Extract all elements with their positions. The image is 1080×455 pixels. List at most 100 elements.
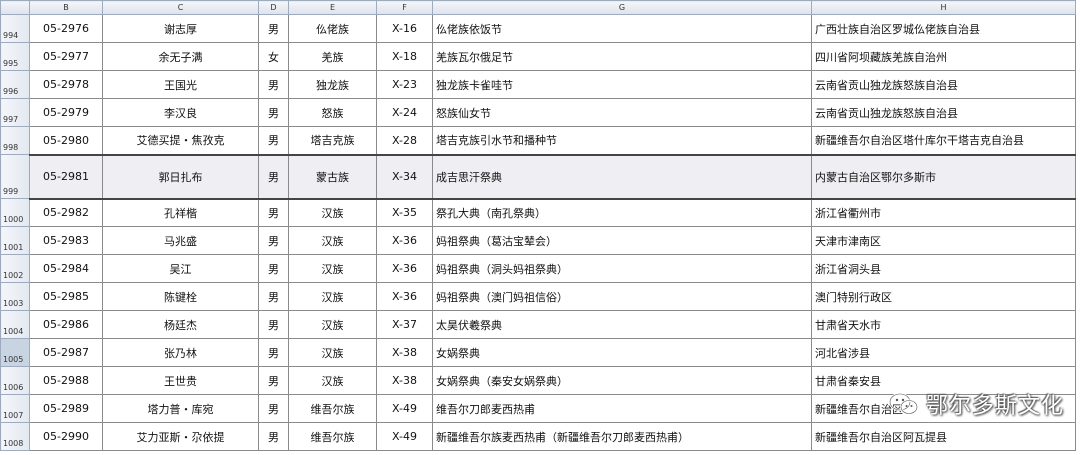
cell-sex[interactable]: 男 (258, 310, 289, 339)
row-header[interactable]: 1001 (0, 226, 30, 255)
cell-ethnic[interactable]: 仫佬族 (288, 14, 377, 43)
cell-name[interactable]: 谢志厚 (102, 14, 259, 43)
cell-id[interactable]: 05-2988 (29, 366, 103, 395)
cell-region[interactable]: 河北省涉县 (811, 338, 1076, 367)
cell-name[interactable]: 孔祥楷 (102, 198, 259, 227)
cell-name[interactable]: 杨廷杰 (102, 310, 259, 339)
cell-ethnic[interactable]: 汉族 (288, 254, 377, 283)
cell-region[interactable]: 新疆维吾尔自治区塔什库尔干塔吉克自治县 (811, 126, 1076, 155)
cell-ethnic[interactable]: 独龙族 (288, 70, 377, 99)
cell-festival[interactable]: 女娲祭典（秦安女娲祭典） (432, 366, 812, 395)
cell-name[interactable]: 李汉良 (102, 98, 259, 127)
cell-id[interactable]: 05-2984 (29, 254, 103, 283)
cell-name[interactable]: 王国光 (102, 70, 259, 99)
cell-festival[interactable]: 新疆维吾尔族麦西热甫（新疆维吾尔刀郎麦西热甫） (432, 422, 812, 451)
cell-id[interactable]: 05-2976 (29, 14, 103, 43)
select-all-corner[interactable] (0, 0, 30, 15)
cell-id[interactable]: 05-2989 (29, 394, 103, 423)
cell-name[interactable]: 陈键栓 (102, 282, 259, 311)
cell-code[interactable]: X-28 (376, 126, 433, 155)
cell-id[interactable]: 05-2983 (29, 226, 103, 255)
cell-sex[interactable]: 女 (258, 42, 289, 71)
column-header-g[interactable]: G (432, 0, 812, 15)
cell-festival[interactable]: 祭孔大典（南孔祭典） (432, 198, 812, 227)
cell-code[interactable]: X-38 (376, 366, 433, 395)
cell-sex[interactable]: 男 (258, 126, 289, 155)
cell-sex[interactable]: 男 (258, 254, 289, 283)
cell-region[interactable]: 内蒙古自治区鄂尔多斯市 (811, 153, 1076, 200)
cell-id[interactable]: 05-2986 (29, 310, 103, 339)
cell-ethnic[interactable]: 汉族 (288, 226, 377, 255)
cell-id[interactable]: 05-2977 (29, 42, 103, 71)
cell-region[interactable]: 云南省贡山独龙族怒族自治县 (811, 98, 1076, 127)
cell-sex[interactable]: 男 (258, 70, 289, 99)
cell-sex[interactable]: 男 (258, 338, 289, 367)
cell-code[interactable]: X-36 (376, 254, 433, 283)
cell-ethnic[interactable]: 怒族 (288, 98, 377, 127)
cell-id[interactable]: 05-2980 (29, 126, 103, 155)
row-header[interactable]: 996 (0, 70, 30, 99)
row-header[interactable]: 994 (0, 14, 30, 43)
cell-sex[interactable]: 男 (258, 366, 289, 395)
cell-region[interactable]: 新疆维吾尔自治区阿瓦提县 (811, 422, 1076, 451)
column-header-e[interactable]: E (288, 0, 377, 15)
cell-region[interactable]: 天津市津南区 (811, 226, 1076, 255)
cell-region[interactable]: 广西壮族自治区罗城仫佬族自治县 (811, 14, 1076, 43)
column-header-b[interactable]: B (29, 0, 103, 15)
cell-region[interactable]: 云南省贡山独龙族怒族自治县 (811, 70, 1076, 99)
column-header-f[interactable]: F (376, 0, 433, 15)
row-header[interactable]: 995 (0, 42, 30, 71)
cell-ethnic[interactable]: 汉族 (288, 198, 377, 227)
cell-festival[interactable]: 妈祖祭典（葛沽宝辇会） (432, 226, 812, 255)
cell-festival[interactable]: 女娲祭典 (432, 338, 812, 367)
cell-ethnic[interactable]: 蒙古族 (288, 153, 377, 200)
cell-ethnic[interactable]: 汉族 (288, 366, 377, 395)
cell-region[interactable]: 四川省阿坝藏族羌族自治州 (811, 42, 1076, 71)
cell-id[interactable]: 05-2982 (29, 198, 103, 227)
cell-name[interactable]: 王世贵 (102, 366, 259, 395)
cell-festival[interactable]: 妈祖祭典（澳门妈祖信俗） (432, 282, 812, 311)
cell-ethnic[interactable]: 羌族 (288, 42, 377, 71)
cell-code[interactable]: X-35 (376, 198, 433, 227)
row-header[interactable]: 1008 (0, 422, 30, 451)
cell-id[interactable]: 05-2981 (29, 153, 103, 200)
cell-sex[interactable]: 男 (258, 198, 289, 227)
cell-sex[interactable]: 男 (258, 153, 289, 200)
cell-festival[interactable]: 妈祖祭典（洞头妈祖祭典） (432, 254, 812, 283)
cell-region[interactable]: 甘肃省天水市 (811, 310, 1076, 339)
cell-sex[interactable]: 男 (258, 226, 289, 255)
cell-festival[interactable]: 塔吉克族引水节和播种节 (432, 126, 812, 155)
cell-name[interactable]: 张乃林 (102, 338, 259, 367)
cell-name[interactable]: 余无子满 (102, 42, 259, 71)
column-header-c[interactable]: C (102, 0, 259, 15)
row-header[interactable]: 1006 (0, 366, 30, 395)
cell-ethnic[interactable]: 维吾尔族 (288, 394, 377, 423)
cell-id[interactable]: 05-2990 (29, 422, 103, 451)
cell-festival[interactable]: 独龙族卡雀哇节 (432, 70, 812, 99)
cell-ethnic[interactable]: 汉族 (288, 282, 377, 311)
cell-code[interactable]: X-18 (376, 42, 433, 71)
cell-code[interactable]: X-37 (376, 310, 433, 339)
column-header-d[interactable]: D (258, 0, 289, 15)
cell-sex[interactable]: 男 (258, 282, 289, 311)
row-header[interactable]: 1003 (0, 282, 30, 311)
cell-code[interactable]: X-36 (376, 282, 433, 311)
cell-id[interactable]: 05-2978 (29, 70, 103, 99)
cell-ethnic[interactable]: 塔吉克族 (288, 126, 377, 155)
cell-name[interactable]: 郭日扎布 (102, 153, 259, 200)
cell-festival[interactable]: 成吉思汗祭典 (432, 153, 812, 200)
cell-id[interactable]: 05-2987 (29, 338, 103, 367)
row-header[interactable]: 1002 (0, 254, 30, 283)
row-header[interactable]: 1007 (0, 394, 30, 423)
row-header[interactable]: 1004 (0, 310, 30, 339)
cell-name[interactable]: 马兆盛 (102, 226, 259, 255)
cell-sex[interactable]: 男 (258, 422, 289, 451)
cell-festival[interactable]: 太昊伏羲祭典 (432, 310, 812, 339)
cell-ethnic[interactable]: 维吾尔族 (288, 422, 377, 451)
cell-region[interactable]: 浙江省衢州市 (811, 198, 1076, 227)
row-header[interactable]: 997 (0, 98, 30, 127)
cell-ethnic[interactable]: 汉族 (288, 338, 377, 367)
cell-code[interactable]: X-23 (376, 70, 433, 99)
cell-region[interactable]: 浙江省洞头县 (811, 254, 1076, 283)
cell-code[interactable]: X-16 (376, 14, 433, 43)
